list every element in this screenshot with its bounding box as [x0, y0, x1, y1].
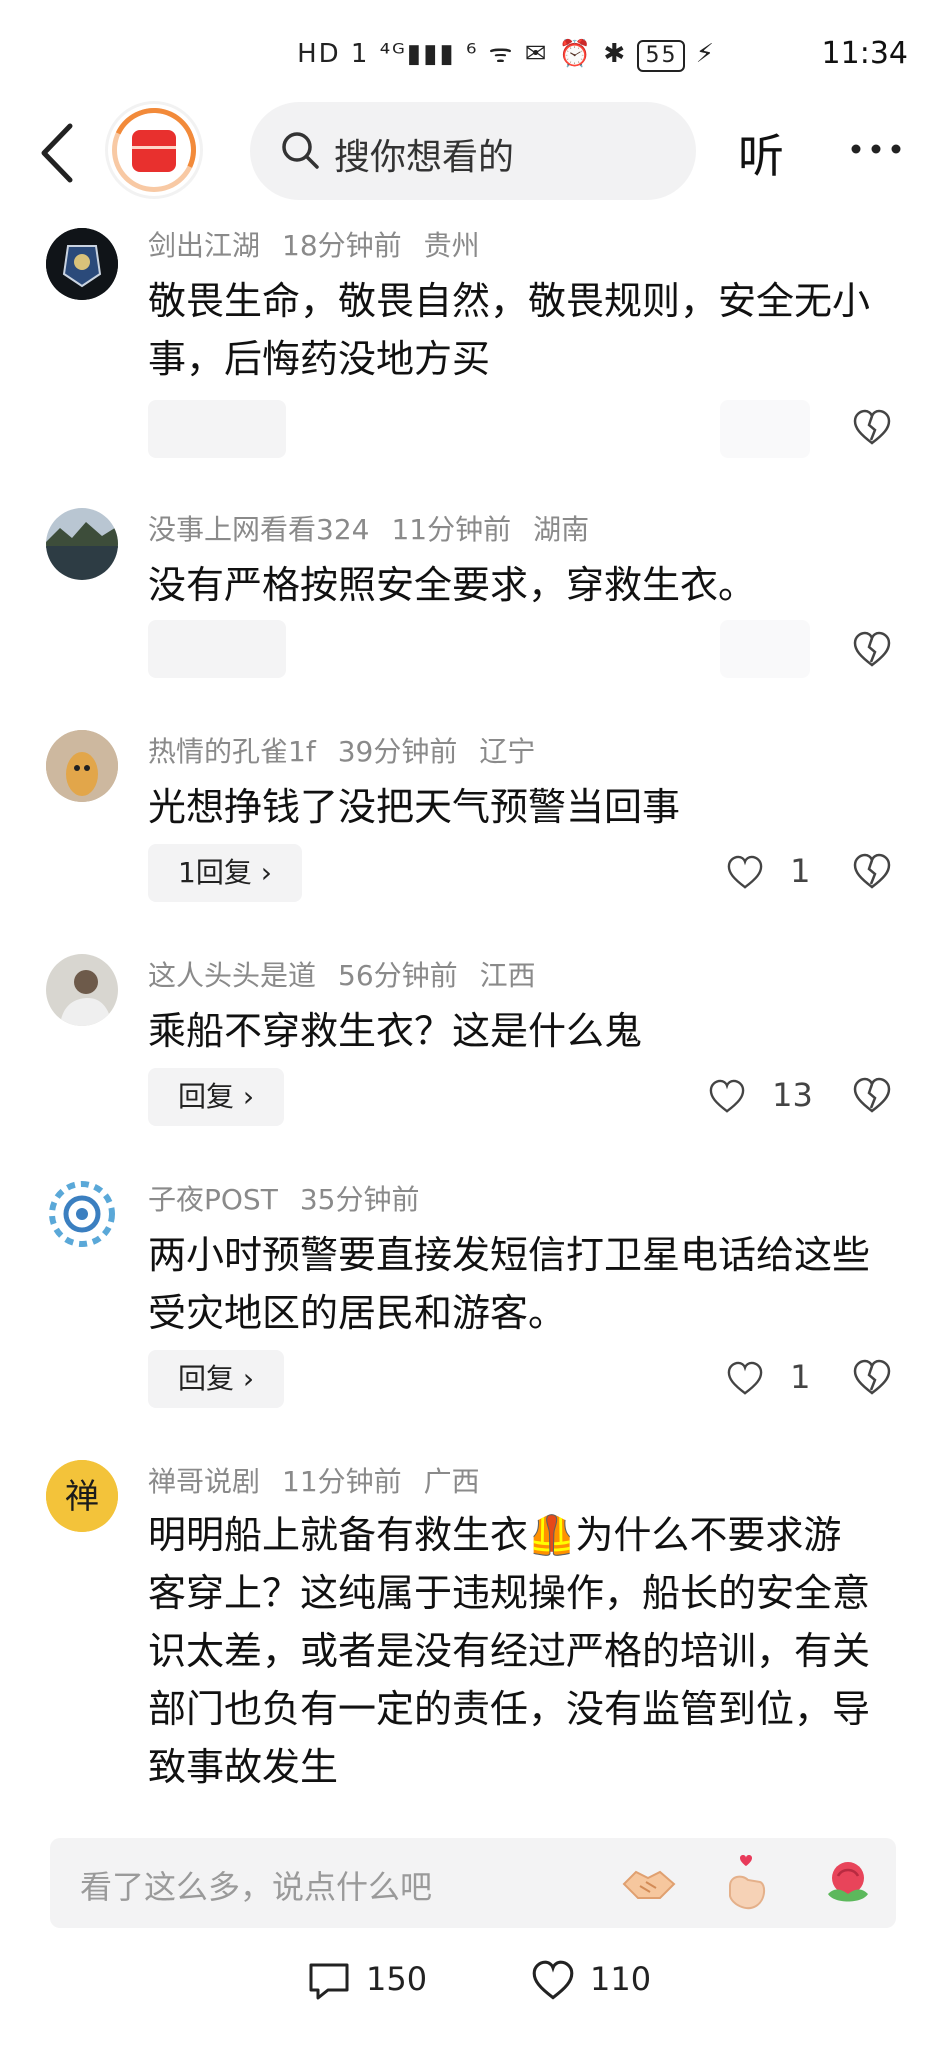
alarm-icon: ⏰ [558, 39, 594, 69]
broken-heart-icon[interactable] [852, 1358, 892, 1398]
comment-time: 35分钟前 [299, 1183, 420, 1216]
username[interactable]: 剑出江湖 [148, 229, 260, 262]
bottom-stats-bar: 150 110 [0, 1960, 946, 2048]
comment-text: 两小时预警要直接发短信打卫星电话给这些受灾地区的居民和游客。 [148, 1233, 871, 1335]
like-count-button[interactable]: 110 [530, 1960, 651, 2002]
cartoon-avatar-image [46, 730, 118, 802]
swirl-avatar-image [46, 1178, 118, 1250]
comment-meta: 这人头头是道 56分钟前 江西 [148, 954, 558, 994]
comment-bubble-icon [309, 1963, 349, 2000]
comment-meta: 没事上网看看324 11分钟前 湖南 [148, 508, 611, 548]
search-icon [282, 132, 319, 169]
heart-icon [709, 1079, 745, 1113]
like-count: 1 [790, 852, 811, 890]
svg-text:禅: 禅 [65, 1477, 99, 1517]
reply-button[interactable]: 回复 › [148, 1068, 285, 1126]
finger-heart-emoji-icon[interactable] [720, 1852, 772, 1914]
broken-heart-icon[interactable] [852, 852, 892, 892]
comment-time: 11分钟前 [282, 1465, 402, 1498]
comment-input-placeholder: 看了这么多，说点什么吧 [80, 1868, 433, 1906]
wechat-icon: ✉ [524, 39, 549, 69]
status-bar: HD 1 ⁴ᴳ▮▮▮ ⁶ ᯤ ✉ ⏰ ✱ 55 ⚡ 11:34 [0, 0, 946, 100]
red-envelope-icon [132, 130, 176, 172]
username[interactable]: 热情的孔雀1f [148, 735, 316, 768]
comment-text: 明明船上就备有救生衣🦺为什么不要求游客穿上？这纯属于违规操作，船长的安全意识太差… [148, 1513, 871, 1789]
heart-icon [532, 1960, 574, 2000]
avatar[interactable]: 禅 [46, 1460, 118, 1532]
like-count: 13 [772, 1076, 813, 1114]
reply-button-blurred[interactable] [148, 400, 286, 458]
reply-button[interactable]: 1回复 › [148, 844, 302, 902]
like-button[interactable]: 13 [708, 1076, 813, 1116]
comment-time: 39分钟前 [337, 735, 458, 768]
username[interactable]: 子夜POST [148, 1183, 278, 1216]
photo-avatar-image [46, 954, 118, 1026]
comment-meta: 热情的孔雀1f 39分钟前 辽宁 [148, 730, 557, 770]
comment-text: 没有严格按照安全要求，穿救生衣。 [148, 563, 757, 607]
comment-text: 敬畏生命，敬畏自然，敬畏规则，安全无小事，后悔药没地方买 [148, 279, 871, 381]
avatar[interactable] [46, 954, 118, 1026]
comment-input-bar[interactable]: 看了这么多，说点什么吧 [50, 1838, 896, 1928]
username[interactable]: 这人头头是道 [148, 959, 316, 992]
comment-count: 150 [366, 1960, 428, 1998]
avatar[interactable] [46, 1178, 118, 1250]
search-box[interactable]: 搜你想看的 [250, 102, 696, 200]
broken-heart-icon[interactable] [852, 1076, 892, 1116]
comment-location: 广西 [423, 1465, 480, 1498]
comment-location: 湖南 [533, 513, 590, 546]
avatar[interactable] [46, 228, 118, 300]
more-dots-icon [851, 144, 901, 154]
reply-button-blurred[interactable] [148, 620, 286, 678]
comment-meta: 剑出江湖 18分钟前 贵州 [148, 224, 502, 264]
avatar[interactable] [46, 508, 118, 580]
like-button[interactable]: 1 [726, 852, 811, 892]
listen-button[interactable]: 听 [738, 120, 784, 186]
landscape-avatar-image [46, 508, 118, 580]
comment-location: 江西 [479, 959, 536, 992]
broken-heart-icon[interactable] [852, 630, 892, 670]
status-icons: HD 1 ⁴ᴳ▮▮▮ ⁶ ᯤ ✉ ⏰ ✱ 55 ⚡ [297, 34, 716, 72]
more-options-button[interactable] [846, 124, 906, 174]
badge-avatar-image [46, 228, 118, 300]
rose-emoji-icon[interactable] [820, 1854, 876, 1912]
status-icons-text: HD 1 ⁴ᴳ▮▮▮ ⁶ ᯤ [297, 39, 515, 69]
username[interactable]: 没事上网看看324 [148, 513, 369, 546]
back-button[interactable] [34, 118, 94, 188]
charging-icon: ⚡ [695, 39, 716, 69]
comment-location: 辽宁 [479, 735, 536, 768]
like-area-blurred[interactable] [720, 400, 810, 458]
heart-icon [727, 855, 763, 889]
avatar[interactable] [46, 730, 118, 802]
comment-time: 56分钟前 [338, 959, 458, 992]
comment-location: 贵州 [423, 229, 480, 262]
like-button[interactable]: 1 [726, 1358, 811, 1398]
like-count: 1 [790, 1358, 811, 1396]
broken-heart-icon[interactable] [852, 408, 892, 448]
handshake-emoji-icon[interactable] [620, 1858, 678, 1908]
heart-icon [727, 1361, 763, 1395]
status-time: 11:34 [821, 36, 908, 71]
app-logo[interactable] [100, 96, 208, 204]
calligraphy-avatar-image: 禅 [46, 1460, 118, 1532]
reply-button[interactable]: 回复 › [148, 1350, 285, 1408]
comment-time: 11分钟前 [391, 513, 512, 546]
total-like-count: 110 [590, 1960, 652, 1998]
chevron-left-icon [41, 123, 73, 183]
search-placeholder: 搜你想看的 [334, 137, 515, 178]
username[interactable]: 禅哥说剧 [148, 1465, 260, 1498]
comment-meta: 禅哥说剧 11分钟前 广西 [148, 1460, 502, 1500]
like-area-blurred[interactable] [720, 620, 810, 678]
battery-icon: 55 [637, 40, 686, 72]
comment-time: 18分钟前 [282, 229, 402, 262]
comment-count-button[interactable]: 150 [306, 1960, 427, 2002]
comment-meta: 子夜POST 35分钟前 [148, 1178, 441, 1218]
bluetooth-icon: ✱ [603, 39, 628, 69]
comment-text: 光想挣钱了没把天气预警当回事 [148, 785, 681, 829]
comment-text: 乘船不穿救生衣？这是什么鬼 [148, 1009, 643, 1053]
